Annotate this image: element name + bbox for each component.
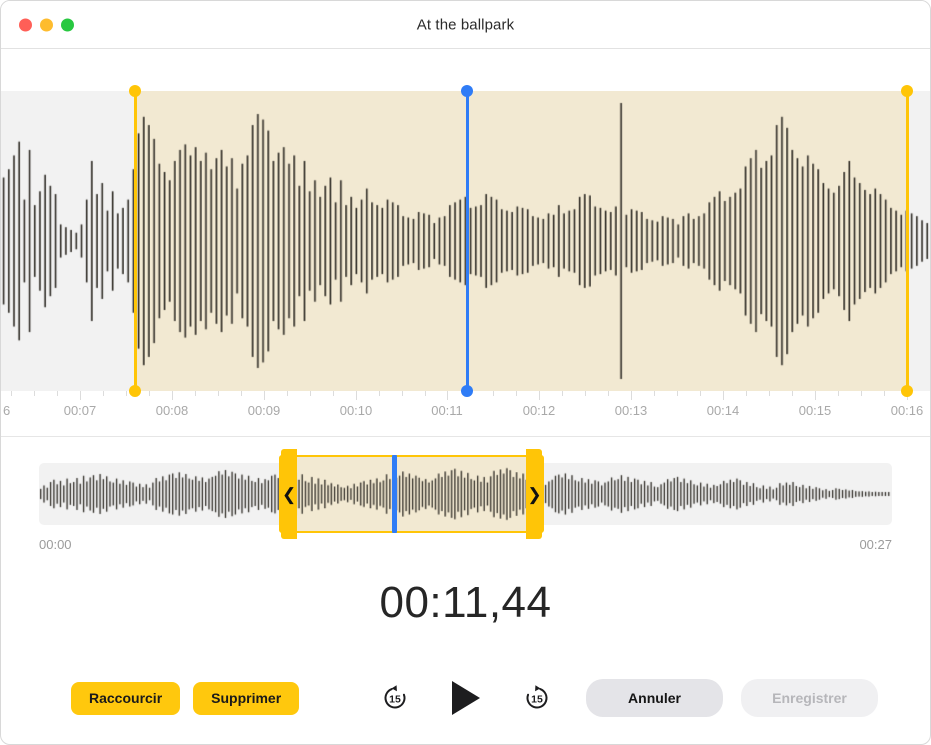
ruler-tick-minor — [861, 391, 862, 396]
trim-end-knob-top[interactable] — [901, 85, 913, 97]
ruler-label: 00:07 — [64, 403, 97, 418]
ruler-tick-major — [356, 391, 357, 400]
ruler-tick-minor — [11, 391, 12, 396]
ruler-tick-minor — [379, 391, 380, 396]
ruler-label: 00:11 — [431, 403, 463, 418]
ruler-tick-minor — [241, 391, 242, 396]
ruler-tick-minor — [57, 391, 58, 396]
ruler-tick-minor — [700, 391, 701, 396]
ruler-tick-minor — [608, 391, 609, 396]
audio-editor-window: At the ballpark 6 00:07 00:08 00:09 00:10 00:… — [0, 0, 931, 745]
transport-controls: 15 15 — [379, 679, 553, 717]
trim-start-knob-bottom[interactable] — [129, 385, 141, 397]
ruler-tick-minor — [333, 391, 334, 396]
ruler-tick-minor — [654, 391, 655, 396]
chevron-right-icon: ❯ — [527, 486, 541, 503]
ruler-tick-major — [172, 391, 173, 400]
ruler-tick-minor — [402, 391, 403, 396]
overview-trim-start-handle[interactable]: ❮ — [281, 449, 297, 539]
trim-button[interactable]: Raccourcir — [71, 682, 180, 715]
trim-end-handle[interactable] — [906, 85, 909, 397]
ruler-label: 00:15 — [799, 403, 832, 418]
overview-strip[interactable]: ❮ ❯ — [39, 463, 892, 525]
ruler-tick-major — [723, 391, 724, 400]
ruler-label: 00:13 — [615, 403, 648, 418]
ruler-tick-major — [815, 391, 816, 400]
title-bar: At the ballpark — [1, 1, 930, 49]
trim-end-stem — [906, 91, 909, 391]
ruler-tick-minor — [218, 391, 219, 396]
time-ruler: 6 00:07 00:08 00:09 00:10 00:11 00:12 00:13 00:1… — [1, 391, 930, 437]
ruler-tick-minor — [585, 391, 586, 396]
ruler-tick-minor — [195, 391, 196, 396]
skip-back-15-icon: 15 — [379, 682, 411, 714]
current-timecode: 00:11,44 — [1, 578, 930, 628]
skip-back-15-button[interactable]: 15 — [379, 682, 411, 714]
bottom-toolbar: Raccourcir Supprimer 15 15 — [1, 652, 930, 744]
ruler-tick-minor — [677, 391, 678, 396]
skip-forward-15-button[interactable]: 15 — [521, 682, 553, 714]
ruler-tick-major — [447, 391, 448, 400]
playhead-handle[interactable] — [466, 85, 469, 397]
ruler-tick-minor — [103, 391, 104, 396]
ruler-tick-minor — [149, 391, 150, 396]
ruler-label: 6 — [3, 403, 10, 418]
play-icon — [449, 679, 483, 717]
dialog-actions: Annuler Enregistrer — [586, 679, 878, 717]
ruler-tick-minor — [562, 391, 563, 396]
ruler-label: 00:08 — [156, 403, 189, 418]
overview-playhead[interactable] — [392, 455, 397, 533]
ruler-tick-minor — [516, 391, 517, 396]
ruler-tick-minor — [746, 391, 747, 396]
overview-selection-region[interactable]: ❮ ❯ — [279, 455, 544, 533]
ruler-tick-minor — [34, 391, 35, 396]
skip-forward-15-icon: 15 — [521, 682, 553, 714]
edit-actions: Raccourcir Supprimer — [71, 682, 299, 715]
ruler-tick-minor — [792, 391, 793, 396]
delete-button[interactable]: Supprimer — [193, 682, 299, 715]
overview-time-labels: 00:00 00:27 — [39, 537, 892, 552]
ruler-tick-major — [631, 391, 632, 400]
cancel-button[interactable]: Annuler — [586, 679, 723, 717]
overview-selection-waveform — [281, 457, 542, 531]
trim-start-handle[interactable] — [134, 85, 137, 397]
ruler-tick-major — [80, 391, 81, 400]
chevron-left-icon: ❮ — [282, 486, 296, 503]
svg-text:15: 15 — [531, 693, 543, 705]
trim-end-knob-bottom[interactable] — [901, 385, 913, 397]
playhead-knob-bottom[interactable] — [461, 385, 473, 397]
ruler-tick-minor — [287, 391, 288, 396]
ruler-tick-minor — [310, 391, 311, 396]
ruler-label: 00:14 — [707, 403, 740, 418]
ruler-tick-minor — [884, 391, 885, 396]
ruler-tick-minor — [769, 391, 770, 396]
ruler-tick-minor — [838, 391, 839, 396]
ruler-tick-minor — [493, 391, 494, 396]
ruler-label: 00:12 — [523, 403, 556, 418]
ruler-label: 00:10 — [340, 403, 373, 418]
ruler-tick-minor — [126, 391, 127, 396]
svg-text:15: 15 — [389, 693, 401, 705]
ruler-tick-major — [539, 391, 540, 400]
playhead-knob-top[interactable] — [461, 85, 473, 97]
playhead-stem — [466, 91, 469, 391]
trim-start-knob-top[interactable] — [129, 85, 141, 97]
overview-end-time: 00:27 — [859, 537, 892, 552]
play-button[interactable] — [449, 679, 483, 717]
ruler-label: 00:16 — [891, 403, 924, 418]
trim-start-stem — [134, 91, 137, 391]
overview-start-time: 00:00 — [39, 537, 72, 552]
ruler-label: 00:09 — [248, 403, 281, 418]
ruler-tick-major — [264, 391, 265, 400]
save-button: Enregistrer — [741, 679, 878, 717]
overview-trim-end-handle[interactable]: ❯ — [526, 449, 542, 539]
ruler-tick-minor — [425, 391, 426, 396]
window-title: At the ballpark — [1, 16, 930, 33]
